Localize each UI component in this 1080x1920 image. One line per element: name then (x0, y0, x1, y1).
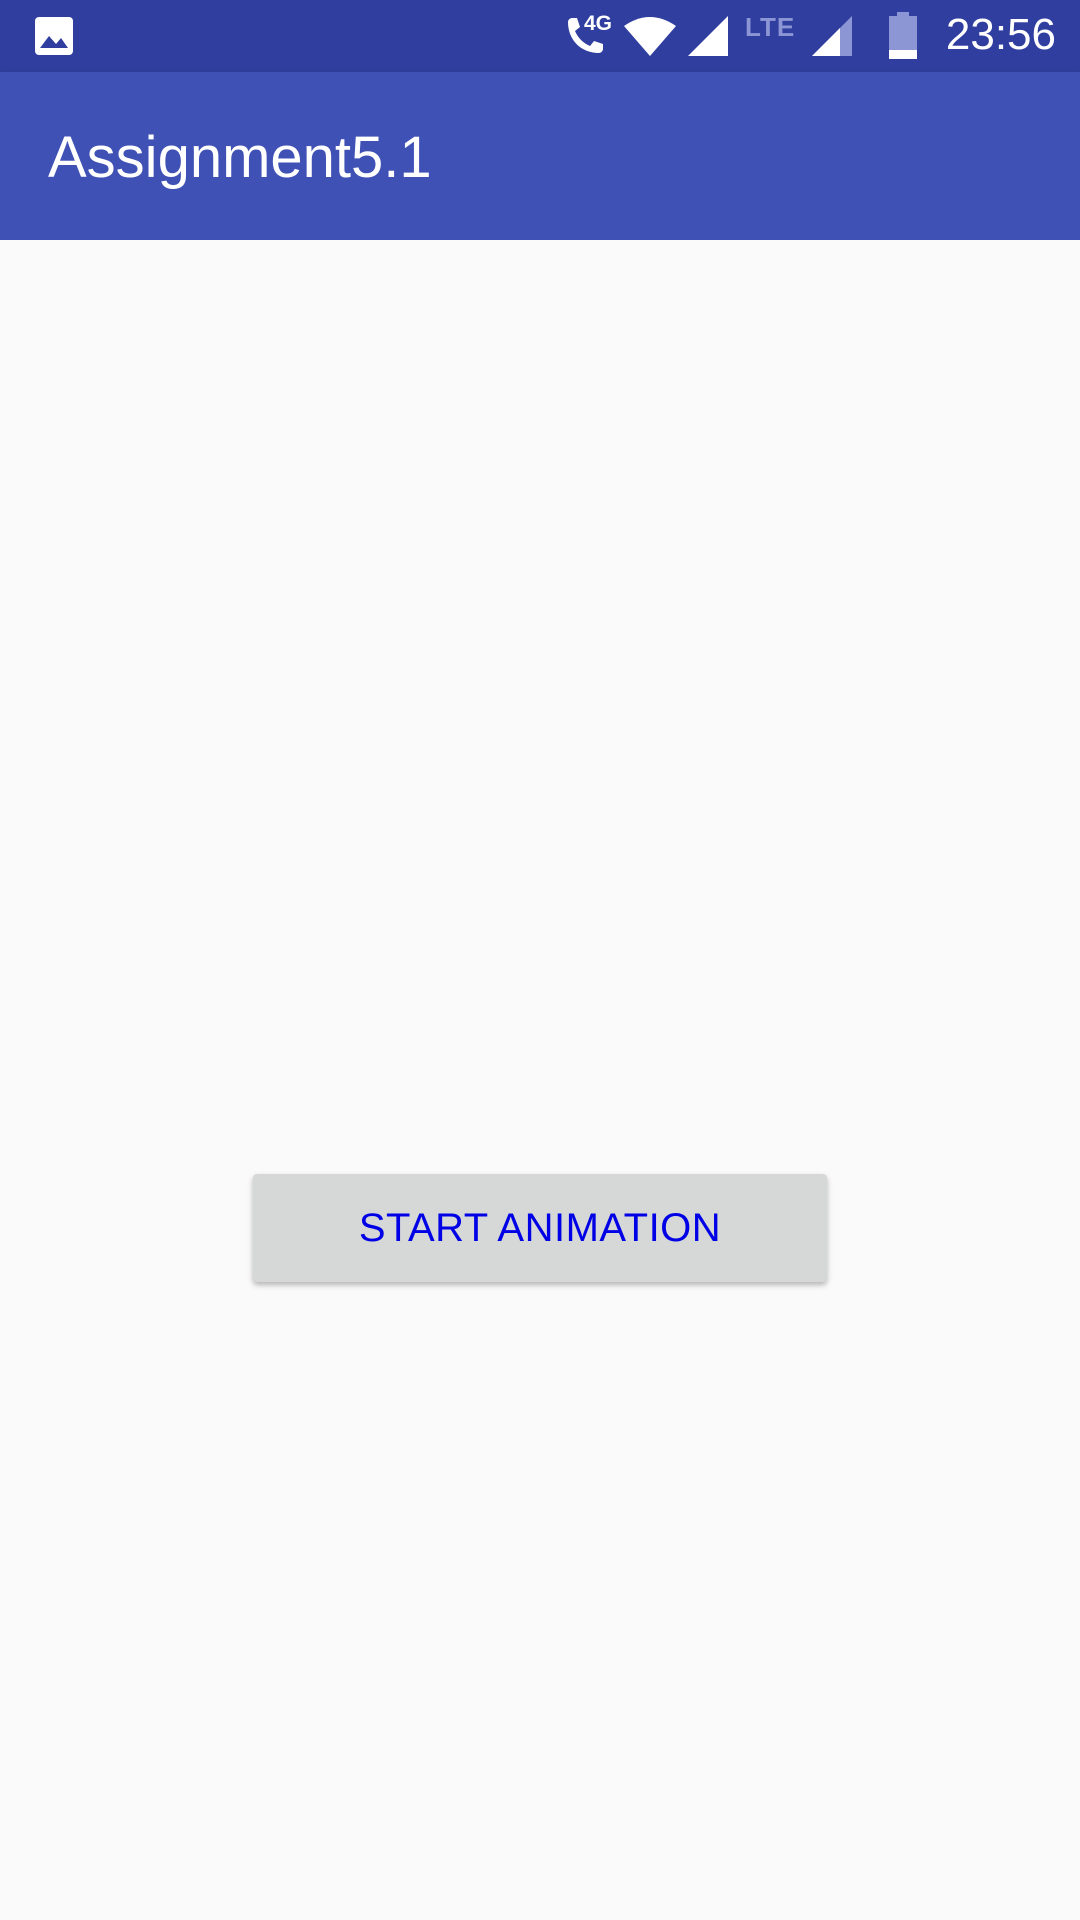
lte-label: LTE (745, 12, 796, 42)
call-network-label: 4G (584, 12, 613, 35)
app-title: Assignment5.1 (48, 125, 432, 190)
status-bar: 4G LTE 23:56 (0, 0, 1080, 72)
signal-icon (812, 16, 852, 56)
wifi-icon (624, 17, 676, 56)
gallery-icon (35, 17, 73, 55)
status-clock: 23:56 (945, 10, 1056, 59)
main-content (0, 240, 1080, 1920)
battery-icon (889, 12, 917, 59)
app-bar: Assignment5.1 (0, 72, 1080, 240)
signal-icon (688, 16, 728, 56)
start-animation-button[interactable]: START ANIMATION (253, 1174, 827, 1282)
